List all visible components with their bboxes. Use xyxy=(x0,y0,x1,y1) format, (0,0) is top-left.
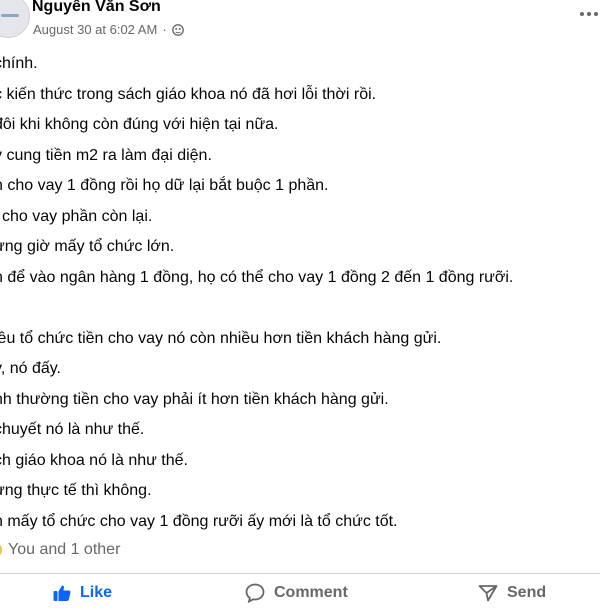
send-icon xyxy=(478,585,498,602)
action-divider xyxy=(0,573,600,574)
avatar-image xyxy=(1,14,19,17)
thumbs-up-icon xyxy=(53,585,71,601)
post-text-line: y, nó đấy. xyxy=(0,360,61,377)
post-text-line: c kiến thức trong sách giáo khoa nó đã h… xyxy=(0,85,377,103)
meta-separator: · xyxy=(162,22,167,37)
like-button[interactable]: Like xyxy=(52,578,112,608)
post-text-line xyxy=(0,293,600,324)
more-dot xyxy=(587,12,591,16)
reaction-icon xyxy=(0,542,2,558)
more-dot xyxy=(580,12,584,16)
post-text-line: đôi khi không còn đúng với hiện tại nữa. xyxy=(0,116,279,133)
post-text-line: iều tổ chức tiền cho vay nó còn nhiều hơ… xyxy=(0,329,442,347)
post-text-line: y cung tiền m2 ra làm đại diện. xyxy=(0,146,212,164)
post-text-line: ch giáo khoa nó là như thế. xyxy=(0,451,188,469)
friends-icon[interactable] xyxy=(171,23,184,36)
comment-label: Comment xyxy=(274,584,348,601)
like-label: Like xyxy=(80,584,113,601)
action-bar: Like Comment Send xyxy=(0,578,600,610)
post-text-line: n mấy tổ chức cho vay 1 đồng rưỡi ấy mới… xyxy=(0,512,398,530)
author-avatar[interactable] xyxy=(0,0,30,38)
comment-button[interactable]: Comment xyxy=(244,578,348,608)
reaction-count-text[interactable]: You and 1 other xyxy=(8,541,120,559)
post-text-line: chính. xyxy=(0,55,38,72)
more-options-icon[interactable] xyxy=(570,6,600,22)
send-button[interactable]: Send xyxy=(477,578,546,608)
post-text-line: i cho vay phần còn lại. xyxy=(0,207,153,225)
post-meta: August 30 at 6:02 AM · xyxy=(33,22,184,37)
post-text-line: nh thường tiền cho vay phải ít hơn tiền … xyxy=(0,390,389,408)
author-name[interactable]: Nguyễn Văn Sơn xyxy=(32,0,161,16)
post-text-line: n cho vay 1 đồng rồi họ dữ lại bắt buộc … xyxy=(0,177,329,194)
post-text: chính. c kiến thức trong sách giáo khoa … xyxy=(0,49,600,537)
comment-icon xyxy=(245,583,265,604)
post-text-line: n để vào ngân hàng 1 đồng, họ có thể cho… xyxy=(0,268,514,286)
send-label: Send xyxy=(507,584,547,601)
reaction-summary[interactable]: You and 1 other xyxy=(0,541,120,559)
post-text-line: ưng thực tế thì không. xyxy=(0,482,152,499)
more-dot xyxy=(594,12,598,16)
post-timestamp[interactable]: August 30 at 6:02 AM xyxy=(33,22,157,37)
post-text-line: chuyết nó là như thế. xyxy=(0,421,145,438)
post-text-line: ưng giờ mấy tổ chức lớn. xyxy=(0,238,175,255)
